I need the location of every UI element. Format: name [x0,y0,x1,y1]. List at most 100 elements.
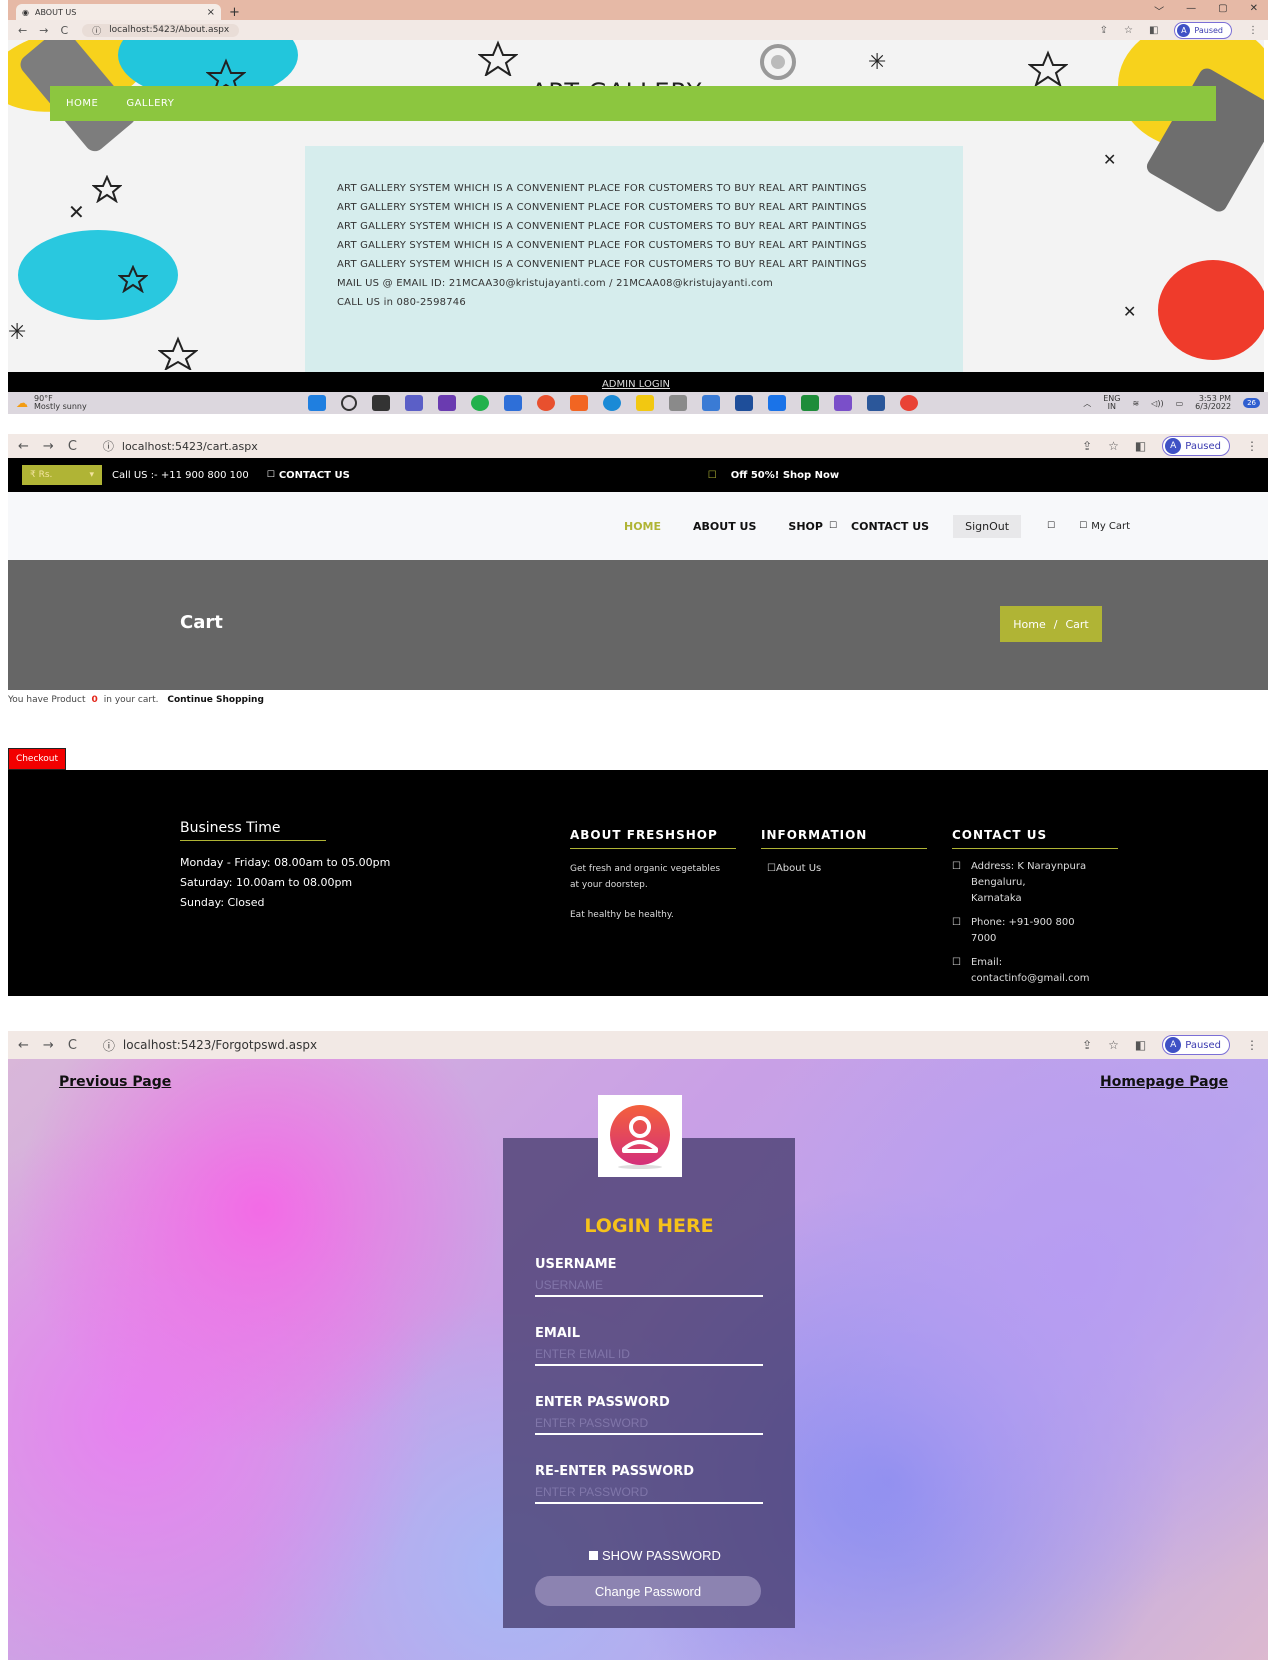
maximize-button[interactable]: ▢ [1218,3,1227,18]
task-view-icon[interactable] [372,395,390,411]
mail-icon[interactable] [768,395,786,411]
address-bar: ← → C ⓘ localhost:5423/cart.aspx ⇪ ☆ ◧ A… [8,434,1268,458]
email-input[interactable] [535,1344,763,1366]
new-tab-button[interactable]: + [229,5,240,20]
chrome-icon[interactable] [537,395,555,411]
breadcrumb-home[interactable]: Home [1013,618,1045,631]
windows-start-icon[interactable] [308,395,326,411]
change-password-button[interactable]: Change Password [535,1576,761,1606]
share-icon[interactable]: ⇪ [1082,439,1092,453]
admin-login-link[interactable]: ADMIN LOGIN [602,379,670,390]
cart-icon[interactable]: ☐ [1079,521,1087,531]
sidepanel-icon[interactable]: ◧ [1135,439,1146,453]
nav-contact[interactable]: CONTACT US [851,520,929,533]
nav-shop[interactable]: SHOP [788,520,823,533]
page-title: Cart [180,612,223,633]
url-text: localhost:5423/About.aspx [109,25,230,35]
password-input[interactable] [535,1413,763,1435]
vscode-icon[interactable] [834,395,852,411]
login-title: LOGIN HERE [584,1215,714,1237]
sidepanel-icon[interactable]: ◧ [1149,25,1158,36]
currency-select[interactable]: ₹ Rs. ▾ [22,465,102,485]
checkout-button[interactable]: Checkout [8,748,66,770]
wifi-icon[interactable]: ≋ [1132,399,1139,408]
visual-studio-icon[interactable] [438,395,456,411]
search-toggle-icon[interactable]: ☐ [1047,521,1055,531]
nav-about[interactable]: ABOUT US [693,520,756,533]
homepage-link[interactable]: Homepage Page [1100,1074,1228,1090]
app-icon[interactable] [504,395,522,411]
paused-label: Paused [1185,440,1221,452]
profile-paused-button[interactable]: A Paused [1162,1035,1230,1055]
forward-icon[interactable]: → [39,24,48,37]
share-icon[interactable]: ⇪ [1100,25,1108,36]
profile-paused-button[interactable]: A Paused [1162,436,1230,456]
excel-icon[interactable] [801,395,819,411]
top-contact-link[interactable]: CONTACT US [279,470,350,481]
chrome-active-icon[interactable] [900,395,918,411]
menu-kebab-icon[interactable]: ⋮ [1248,25,1258,36]
profile-avatar: A [1165,438,1182,454]
url-field[interactable]: ⓘ localhost:5423/About.aspx [82,23,240,37]
email-value[interactable]: contactinfo@gmail.com [971,971,1090,987]
store-icon[interactable] [735,395,753,411]
close-window-button[interactable]: ✕ [1250,3,1258,18]
star-icon[interactable]: ☆ [1108,439,1119,453]
back-icon[interactable]: ← [18,439,29,454]
admin-footer: ADMIN LOGIN [8,372,1264,392]
username-input[interactable] [535,1275,763,1297]
camera-icon[interactable] [669,395,687,411]
url-field[interactable]: ⓘ localhost:5423/Forgotpswd.aspx [91,1035,329,1056]
star-icon[interactable]: ☆ [1124,25,1133,36]
whatsapp-icon[interactable] [471,395,489,411]
reload-icon[interactable]: C [60,24,68,37]
reload-icon[interactable]: C [68,1038,77,1053]
battery-icon[interactable]: ▭ [1176,399,1184,408]
about-line: ART GALLERY SYSTEM WHICH IS A CONVENIENT… [337,240,867,251]
notification-badge[interactable]: 26 [1243,398,1260,408]
url-text: localhost:5423/Forgotpswd.aspx [122,1038,318,1052]
show-password-checkbox[interactable] [589,1551,598,1560]
reload-icon[interactable]: C [68,439,77,454]
info-about-link[interactable]: About Us [776,863,821,874]
star-icon[interactable]: ☆ [1108,1038,1119,1052]
forward-icon[interactable]: → [43,439,54,454]
previous-page-link[interactable]: Previous Page [59,1074,171,1090]
back-icon[interactable]: ← [18,1038,29,1053]
url-field[interactable]: ⓘ localhost:5423/cart.aspx [91,436,270,456]
share-icon[interactable]: ⇪ [1082,1038,1092,1052]
menu-kebab-icon[interactable]: ⋮ [1246,1038,1258,1052]
continue-shopping-link[interactable]: Continue Shopping [167,695,264,705]
offer-text[interactable]: Off 50%! Shop Now [731,470,839,481]
my-cart-link[interactable]: My Cart [1091,521,1130,532]
close-tab-icon[interactable]: × [207,7,215,18]
signout-button[interactable]: SignOut [953,514,1022,538]
file-explorer-icon[interactable] [636,395,654,411]
sidepanel-icon[interactable]: ◧ [1135,1038,1146,1052]
edge-icon[interactable] [603,395,621,411]
volume-icon[interactable]: ◁)) [1151,399,1163,408]
main-nav: HOME GALLERY [50,86,1216,121]
chat-icon[interactable] [405,395,423,411]
nav-home[interactable]: HOME [66,98,98,109]
about-line: ART GALLERY SYSTEM WHICH IS A CONVENIENT… [337,183,867,194]
minimize-button[interactable]: — [1186,3,1196,18]
shop-dropdown-icon[interactable]: ☐ [829,521,837,531]
search-icon[interactable] [341,395,357,411]
brave-icon[interactable] [570,395,588,411]
repassword-input[interactable] [535,1482,763,1504]
show-password-toggle[interactable]: SHOW PASSWORD [589,1548,721,1563]
back-icon[interactable]: ← [18,24,27,37]
photos-icon[interactable] [702,395,720,411]
nav-gallery[interactable]: GALLERY [126,98,174,109]
menu-kebab-icon[interactable]: ⋮ [1246,439,1258,453]
currency-value: ₹ Rs. [30,470,53,480]
browser-tab-about[interactable]: ◉ ABOUT US × [16,4,221,20]
word-icon[interactable] [867,395,885,411]
profile-avatar: A [1165,1037,1182,1053]
nav-home[interactable]: HOME [624,520,661,533]
profile-paused-button[interactable]: A Paused [1174,21,1232,39]
tab-search-icon[interactable]: ﹀ [1154,3,1164,18]
forward-icon[interactable]: → [43,1038,54,1053]
tray-chevron-icon[interactable]: ︿ [1083,398,1091,409]
